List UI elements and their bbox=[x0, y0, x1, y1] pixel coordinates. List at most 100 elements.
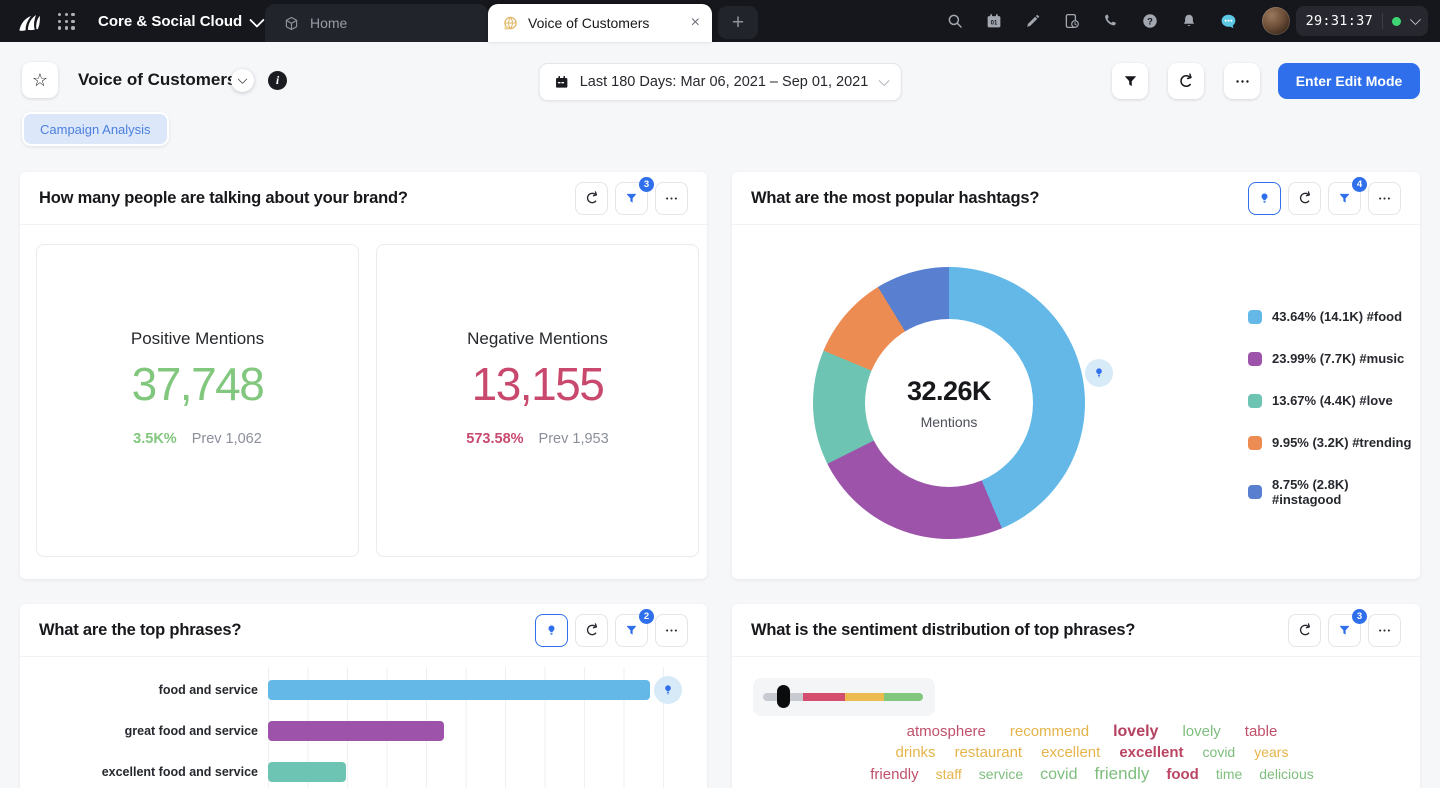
cloud-word[interactable]: years bbox=[1254, 744, 1288, 760]
cloud-word[interactable]: excellent bbox=[1041, 744, 1100, 761]
widget-actions: 4 bbox=[1248, 182, 1401, 215]
calendar-icon[interactable]: 01 bbox=[985, 12, 1003, 30]
global-filter-button[interactable] bbox=[1112, 63, 1148, 99]
date-range-picker[interactable]: Last 180 Days: Mar 06, 2021 – Sep 01, 20… bbox=[539, 63, 902, 101]
compose-pencil-icon[interactable] bbox=[1024, 12, 1042, 30]
filter-funnel-icon bbox=[1337, 191, 1352, 206]
bar[interactable] bbox=[268, 721, 444, 741]
enter-edit-mode-button[interactable]: Enter Edit Mode bbox=[1278, 63, 1420, 99]
bar-row: food and service bbox=[20, 680, 707, 700]
cloud-word[interactable]: staff bbox=[936, 766, 962, 782]
cloud-word[interactable]: covid bbox=[1040, 766, 1077, 784]
widget-more-button[interactable] bbox=[1368, 614, 1401, 647]
legend-item[interactable]: 9.95% (3.2K) #trending bbox=[1248, 435, 1420, 450]
cloud-word[interactable]: covid bbox=[1203, 744, 1236, 760]
widget-insights-button[interactable] bbox=[535, 614, 568, 647]
widget-header: What are the most popular hashtags? 4 bbox=[732, 172, 1420, 225]
widget-popular-hashtags: What are the most popular hashtags? 4 bbox=[732, 172, 1420, 579]
notifications-bell-icon[interactable] bbox=[1180, 12, 1198, 30]
cloud-word[interactable]: food bbox=[1166, 766, 1198, 783]
cloud-word[interactable]: table bbox=[1245, 723, 1278, 740]
widget-refresh-button[interactable] bbox=[1288, 182, 1321, 215]
widget-more-button[interactable] bbox=[655, 182, 688, 215]
legend-item[interactable]: 23.99% (7.7K) #music bbox=[1248, 351, 1420, 366]
widget-body: 32.26K Mentions 43.64% (14.1K) #food 23.9… bbox=[732, 225, 1420, 579]
session-timer[interactable]: 29:31:37 bbox=[1296, 6, 1428, 36]
legend-item[interactable]: 13.67% (4.4K) #love bbox=[1248, 393, 1420, 408]
cloud-word[interactable]: time bbox=[1216, 766, 1242, 782]
donut-chart[interactable]: 32.26K Mentions bbox=[813, 267, 1085, 539]
widget-title: What are the most popular hashtags? bbox=[751, 189, 1039, 208]
divider bbox=[1382, 13, 1383, 29]
legend-label: 9.95% (3.2K) #trending bbox=[1272, 435, 1411, 450]
donut-total-label: Mentions bbox=[921, 414, 978, 430]
widget-filter-button[interactable]: 3 bbox=[1328, 614, 1361, 647]
user-avatar[interactable] bbox=[1262, 7, 1290, 35]
filter-funnel-icon bbox=[624, 191, 639, 206]
tab-home[interactable]: Home bbox=[265, 4, 488, 42]
widget-refresh-button[interactable] bbox=[1288, 614, 1321, 647]
insight-bulb-button[interactable] bbox=[1085, 359, 1113, 387]
help-icon[interactable]: ? bbox=[1141, 12, 1159, 30]
legend-swatch bbox=[1248, 310, 1262, 324]
widget-filter-button[interactable]: 2 bbox=[615, 614, 648, 647]
cloud-word[interactable]: atmosphere bbox=[907, 723, 986, 740]
ellipsis-icon bbox=[664, 191, 679, 206]
metric-delta: 573.58% bbox=[466, 431, 523, 447]
widget-filter-button[interactable]: 3 bbox=[615, 182, 648, 215]
bar-row: excellent food and service bbox=[20, 762, 707, 782]
dashboard-switcher-button[interactable] bbox=[231, 69, 254, 92]
cloud-word[interactable]: friendly bbox=[1095, 764, 1150, 784]
app-launcher-icon[interactable] bbox=[58, 13, 75, 30]
metric-card-positive[interactable]: Positive Mentions 37,748 3.5K% Prev 1,06… bbox=[36, 244, 359, 557]
favorite-star-button[interactable]: ☆ bbox=[22, 62, 58, 98]
widget-insights-button[interactable] bbox=[1248, 182, 1281, 215]
global-more-button[interactable] bbox=[1224, 63, 1260, 99]
insight-bulb-button[interactable] bbox=[654, 676, 682, 704]
metric-card-negative[interactable]: Negative Mentions 13,155 573.58% Prev 1,… bbox=[376, 244, 699, 557]
cube-icon bbox=[283, 15, 300, 32]
bar[interactable] bbox=[268, 762, 346, 782]
sentiment-slider-knob[interactable] bbox=[777, 685, 790, 708]
cloud-word[interactable]: recommend bbox=[1010, 723, 1089, 740]
widget-refresh-button[interactable] bbox=[575, 614, 608, 647]
widget-title: How many people are talking about your b… bbox=[39, 189, 408, 208]
cloud-word[interactable]: lovely bbox=[1182, 723, 1220, 740]
bar[interactable] bbox=[268, 680, 650, 700]
cloud-word[interactable]: restaurant bbox=[955, 744, 1023, 761]
cloud-word[interactable]: excellent bbox=[1119, 744, 1183, 761]
cloud-word[interactable]: lovely bbox=[1113, 723, 1158, 741]
workspace-switcher[interactable]: Core & Social Cloud bbox=[98, 0, 261, 42]
chat-icon[interactable] bbox=[1219, 12, 1238, 31]
widget-refresh-button[interactable] bbox=[575, 182, 608, 215]
legend-item[interactable]: 43.64% (14.1K) #food bbox=[1248, 309, 1420, 324]
cloud-word[interactable]: service bbox=[979, 766, 1023, 782]
chevron-down-icon bbox=[878, 75, 889, 86]
legend-swatch bbox=[1248, 394, 1262, 408]
widget-more-button[interactable] bbox=[655, 614, 688, 647]
widget-filter-button[interactable]: 4 bbox=[1328, 182, 1361, 215]
widget-top-phrases: What are the top phrases? 2 food and bbox=[20, 604, 707, 788]
tasks-clock-icon[interactable] bbox=[1063, 12, 1081, 30]
global-refresh-button[interactable] bbox=[1168, 63, 1204, 99]
widget-more-button[interactable] bbox=[1368, 182, 1401, 215]
new-tab-button[interactable]: + bbox=[718, 6, 758, 39]
bar-label: great food and service bbox=[20, 724, 258, 738]
cloud-word[interactable]: drinks bbox=[896, 744, 936, 761]
legend-item[interactable]: 8.75% (2.8K) #instagood bbox=[1248, 477, 1420, 507]
tab-voice-of-customers[interactable]: Voice of Customers × bbox=[488, 4, 712, 42]
phone-icon[interactable] bbox=[1102, 12, 1120, 30]
tab-campaign-analysis[interactable]: Campaign Analysis bbox=[22, 112, 169, 146]
svg-text:01: 01 bbox=[991, 20, 998, 26]
slider-segment bbox=[845, 693, 884, 701]
close-icon[interactable]: × bbox=[691, 15, 700, 31]
cloud-word[interactable]: delicious bbox=[1259, 766, 1313, 782]
cloud-word[interactable]: friendly bbox=[870, 766, 918, 783]
tab-label: Voice of Customers bbox=[528, 15, 649, 31]
filter-funnel-icon bbox=[624, 623, 639, 638]
info-icon[interactable]: i bbox=[268, 71, 287, 90]
search-icon[interactable] bbox=[946, 12, 964, 30]
ellipsis-icon bbox=[1377, 623, 1392, 638]
sprinklr-logo-icon[interactable] bbox=[16, 8, 42, 34]
bar-row: great food and service bbox=[20, 721, 707, 741]
